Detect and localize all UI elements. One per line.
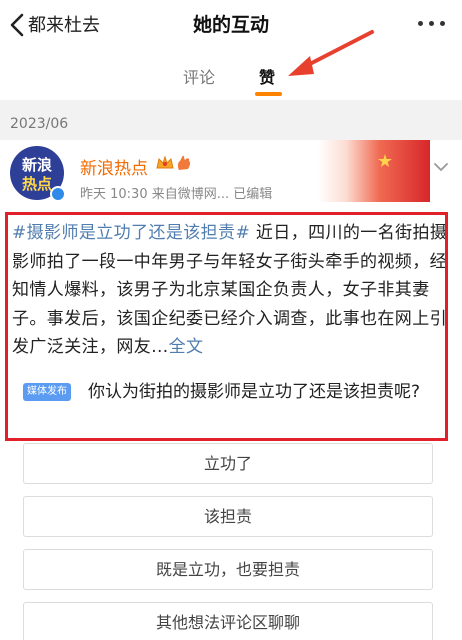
crown-icon [156, 155, 174, 169]
poll-option[interactable]: 其他想法评论区聊聊 [23, 602, 433, 640]
post-banner [318, 140, 430, 202]
active-tab-indicator [255, 92, 282, 96]
hand-icon [177, 155, 191, 170]
avatar-text-line: 新浪 [21, 156, 52, 174]
tab-comments[interactable]: 评论 [183, 64, 215, 88]
section-divider [0, 100, 462, 140]
star-icon [378, 154, 392, 167]
more-dots-icon[interactable] [418, 21, 446, 29]
chevron-down-icon[interactable] [433, 162, 449, 172]
verified-badge-icon [50, 186, 66, 202]
highlight-box [5, 212, 448, 441]
tab-bar: 评论 赞 [0, 50, 462, 98]
poll-option[interactable]: 既是立功，也要担责 [23, 549, 433, 590]
top-nav-bar: 都来杜去 她的互动 [0, 0, 462, 50]
page-title: 她的互动 [192, 14, 269, 36]
post-meta: 昨天 10:30 来自微博网... 已编辑 [80, 187, 273, 202]
date-header: 2023/06 [10, 116, 69, 132]
annotation-arrow-icon [288, 30, 374, 76]
tab-likes[interactable]: 赞 [259, 64, 275, 88]
author-name[interactable]: 新浪热点 [80, 154, 148, 179]
poll-option[interactable]: 立功了 [23, 443, 433, 484]
poll-option[interactable]: 该担责 [23, 496, 433, 537]
